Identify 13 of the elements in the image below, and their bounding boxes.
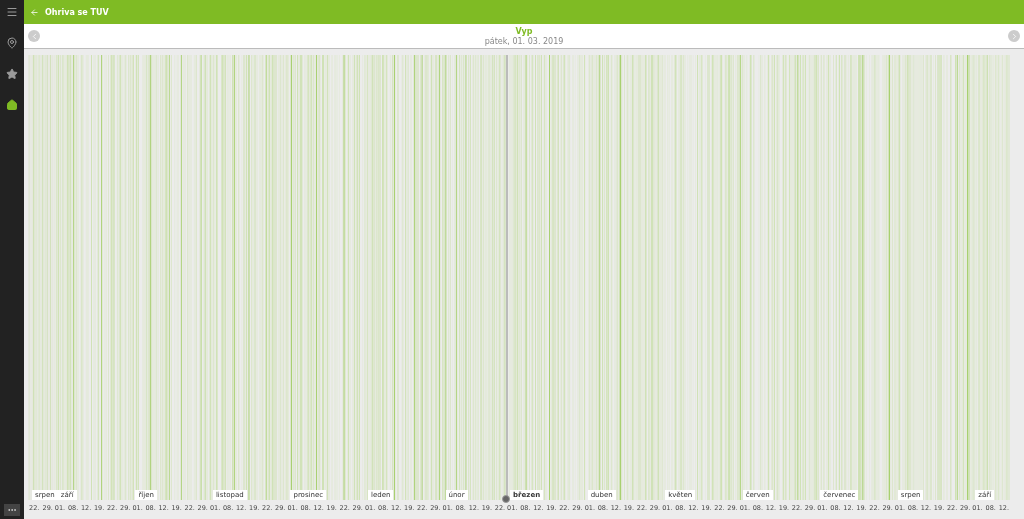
sidebar-item[interactable]	[4, 97, 20, 113]
map-pin-icon	[6, 37, 18, 49]
sidebar-item[interactable]	[4, 35, 20, 51]
state-text: Vyp	[515, 26, 533, 36]
cursor-handle[interactable]	[502, 495, 511, 503]
page-title: Ohriva se TUV	[45, 7, 109, 17]
home-icon	[6, 99, 18, 111]
sidebar-item[interactable]	[4, 66, 20, 82]
menu-icon	[6, 6, 18, 18]
back-icon	[30, 7, 39, 17]
more-button[interactable]	[4, 504, 20, 516]
date-text: pátek, 01. 03. 2019	[484, 36, 564, 46]
star-icon	[6, 68, 18, 80]
